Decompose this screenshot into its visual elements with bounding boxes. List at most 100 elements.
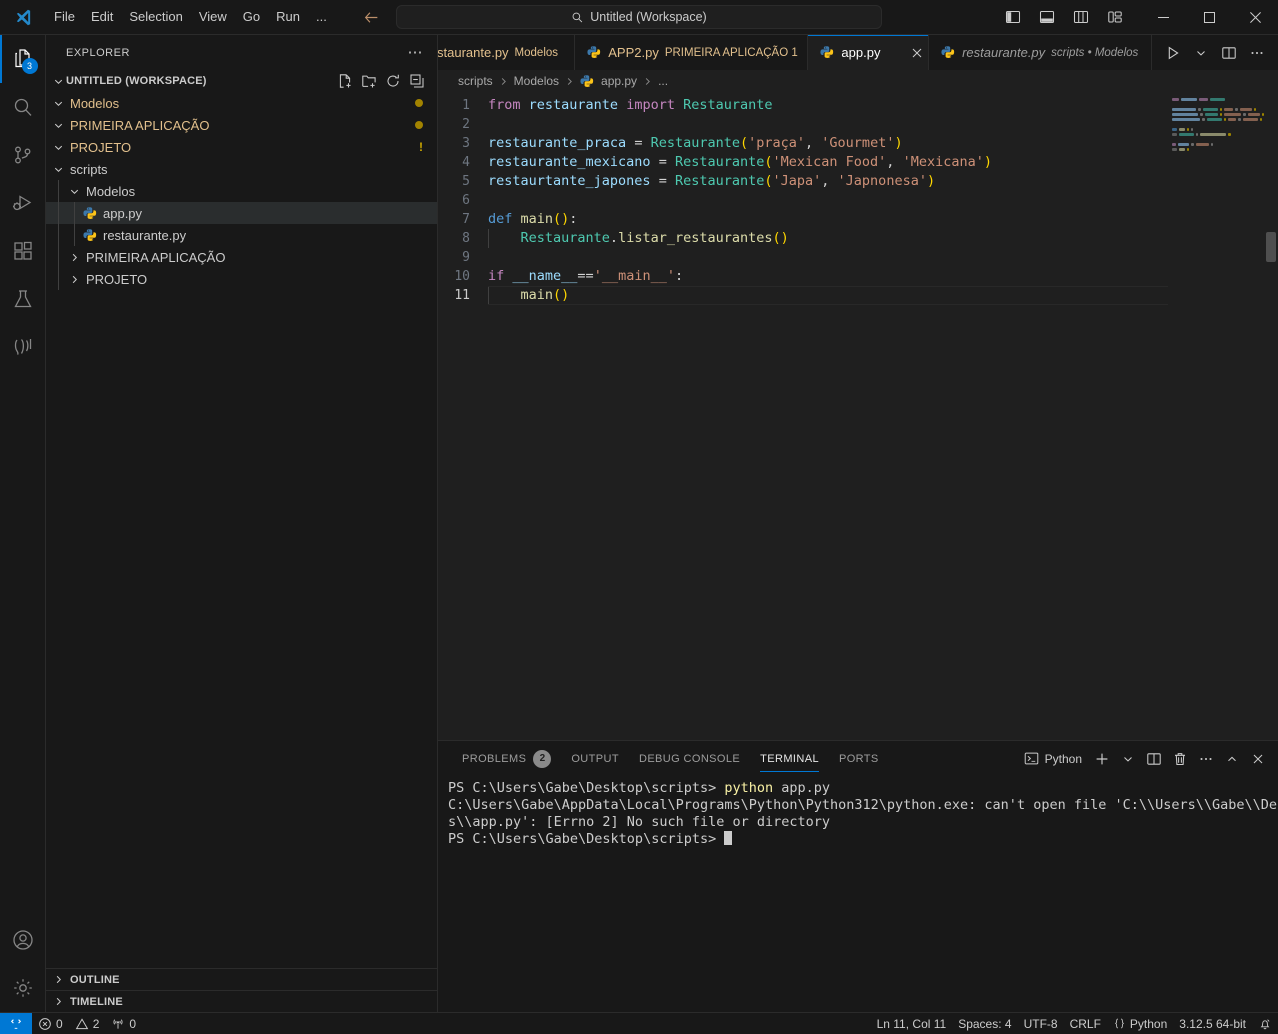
panel-tab-terminal[interactable]: TERMINAL [750, 741, 829, 776]
activity-testing[interactable] [0, 275, 46, 323]
window-close-button[interactable] [1232, 0, 1278, 35]
chevron-down-icon[interactable] [1116, 747, 1140, 771]
code-line[interactable]: 4 restaurante_mexicano = Restaurante('Mex… [438, 153, 1278, 172]
bell-icon[interactable] [1252, 1013, 1278, 1034]
tree-item-primeira-aplica-o[interactable]: PRIMEIRA APLICAÇÃO [46, 114, 437, 136]
code-line[interactable]: 3 restaurante_praca = Restaurante('praça'… [438, 134, 1278, 153]
activity-run-and-debug[interactable] [0, 179, 46, 227]
editor-scrollbar[interactable] [1264, 92, 1278, 740]
code-line[interactable]: 2 [438, 115, 1278, 134]
chevron-up-icon[interactable] [1220, 747, 1244, 771]
breadcrumb-item[interactable]: ... [658, 74, 668, 88]
tree-item-modelos[interactable]: Modelos [46, 92, 437, 114]
code-line[interactable]: 5 restaurtante_japones = Restaurante('Jap… [438, 172, 1278, 191]
panel-tab-problems[interactable]: PROBLEMS 2 [452, 741, 561, 776]
activity-source-control[interactable] [0, 131, 46, 179]
split-icon[interactable] [1142, 747, 1166, 771]
status-python-interpreter[interactable]: 3.12.5 64-bit [1173, 1013, 1252, 1034]
panel-tab-output[interactable]: OUTPUT [561, 741, 629, 776]
new-file-icon[interactable] [337, 73, 353, 89]
code-line[interactable]: 10 if __name__=='__main__': [438, 267, 1278, 286]
sidebar-bottom-panels: OUTLINE TIMELINE [46, 968, 437, 1012]
panel-right-icon[interactable] [1066, 4, 1096, 30]
play-icon[interactable] [1160, 40, 1186, 66]
refresh-icon[interactable] [385, 73, 401, 89]
editor-tab-app2.py[interactable]: APP2.py PRIMEIRA APLICAÇÃO 1 [575, 35, 809, 70]
menu-edit[interactable]: Edit [83, 6, 121, 28]
menu-bar[interactable]: File Edit Selection View Go Run ... [46, 6, 335, 28]
breadcrumb-item[interactable]: scripts [458, 74, 493, 88]
outline-section[interactable]: OUTLINE [46, 968, 437, 990]
editor-tab-restaurante.py-preview[interactable]: restaurante.py scripts • Modelos [929, 35, 1152, 70]
activity-search[interactable] [0, 83, 46, 131]
panel-tab-debug-console[interactable]: DEBUG CONSOLE [629, 741, 750, 776]
status-editor-encoding[interactable]: UTF-8 [1018, 1013, 1064, 1034]
tree-item-restaurante.py[interactable]: restaurante.py [46, 224, 437, 246]
activity-accounts[interactable] [0, 916, 46, 964]
status-editor-language[interactable]: Python [1107, 1013, 1173, 1034]
terminal-output[interactable]: PS C:\Users\Gabe\Desktop\scripts> python… [438, 776, 1278, 1012]
minimap-token [1223, 118, 1226, 121]
activity-manage-settings[interactable] [0, 964, 46, 1012]
status-problems-errors[interactable]: 0 2 [32, 1013, 105, 1034]
menu-go[interactable]: Go [235, 6, 268, 28]
panel-bottom-icon[interactable] [1032, 4, 1062, 30]
menu-run[interactable]: Run [268, 6, 308, 28]
plus-icon[interactable] [1090, 747, 1114, 771]
arrow-left-icon[interactable] [363, 8, 381, 26]
ellipsis-icon[interactable] [1244, 40, 1270, 66]
code-editor[interactable]: 1 from restaurante import Restaurante 2 3 re… [438, 92, 1278, 740]
code-line[interactable]: 11 main() [438, 286, 1278, 305]
workspace-section-header[interactable]: UNTITLED (WORKSPACE) [46, 70, 437, 92]
code-line[interactable]: 8 Restaurante.listar_restaurantes() [438, 229, 1278, 248]
tree-item-projeto[interactable]: PROJETO! [46, 136, 437, 158]
ellipsis-icon[interactable] [1194, 747, 1218, 771]
editor-tab-app.py[interactable]: app.py [808, 35, 930, 70]
status-editor-position[interactable]: Ln 11, Col 11 [871, 1013, 953, 1034]
split-editor-icon[interactable] [1216, 40, 1242, 66]
tree-item-primeira-aplica-o[interactable]: PRIMEIRA APLICAÇÃO [46, 246, 437, 268]
breadcrumb-item[interactable]: Modelos [514, 74, 559, 88]
breadcrumb[interactable]: scripts Modelos app.py... [438, 70, 1278, 92]
editor-tab-restaurante.py[interactable]: staurante.py Modelos [438, 35, 576, 70]
tree-item-scripts[interactable]: scripts [46, 158, 437, 180]
window-maximize-button[interactable] [1186, 0, 1232, 35]
menu-selection[interactable]: Selection [121, 6, 190, 28]
menu-more[interactable]: ... [308, 6, 335, 28]
status-editor-indentation[interactable]: Spaces: 4 [952, 1013, 1017, 1034]
code-token: ) [983, 154, 992, 170]
trash-icon[interactable] [1168, 747, 1192, 771]
layout-grid-icon[interactable] [1100, 4, 1130, 30]
timeline-section[interactable]: TIMELINE [46, 990, 437, 1012]
tree-item-modelos[interactable]: Modelos [46, 180, 437, 202]
code-line[interactable]: 7 def main(): [438, 210, 1278, 229]
status-ports[interactable]: 0 [105, 1013, 142, 1034]
window-minimize-button[interactable] [1140, 0, 1186, 35]
chevron-right-icon [66, 273, 82, 286]
collapse-all-icon[interactable] [409, 73, 425, 89]
remote-window-icon[interactable] [0, 1012, 32, 1034]
tree-item-app.py[interactable]: app.py [46, 202, 437, 224]
status-editor-eol[interactable]: CRLF [1064, 1013, 1107, 1034]
panel-left-icon[interactable] [998, 4, 1028, 30]
command-center[interactable]: Untitled (Workspace) [396, 5, 882, 29]
code-line[interactable]: 1 from restaurante import Restaurante [438, 96, 1278, 115]
code-line[interactable]: 6 [438, 191, 1278, 210]
ellipsis-icon[interactable]: ⋯ [402, 45, 430, 60]
activity-live-share[interactable] [0, 323, 46, 371]
menu-view[interactable]: View [191, 6, 235, 28]
menu-file[interactable]: File [46, 6, 83, 28]
code-line[interactable]: 9 [438, 248, 1278, 267]
activity-explorer[interactable]: 3 [0, 35, 46, 83]
panel-tab-ports[interactable]: PORTS [829, 741, 889, 776]
close-icon[interactable] [910, 44, 924, 62]
minimap[interactable] [1168, 92, 1265, 740]
terminal-profile-selector[interactable]: Python [1018, 749, 1088, 768]
breadcrumb-item[interactable]: app.py [601, 74, 637, 88]
new-folder-icon[interactable] [361, 73, 377, 89]
activity-extensions[interactable] [0, 227, 46, 275]
tree-item-projeto[interactable]: PROJETO [46, 268, 437, 290]
editor-scrollbar-thumb[interactable] [1266, 232, 1276, 262]
chevron-down-icon[interactable] [1188, 40, 1214, 66]
close-icon[interactable] [1246, 747, 1270, 771]
